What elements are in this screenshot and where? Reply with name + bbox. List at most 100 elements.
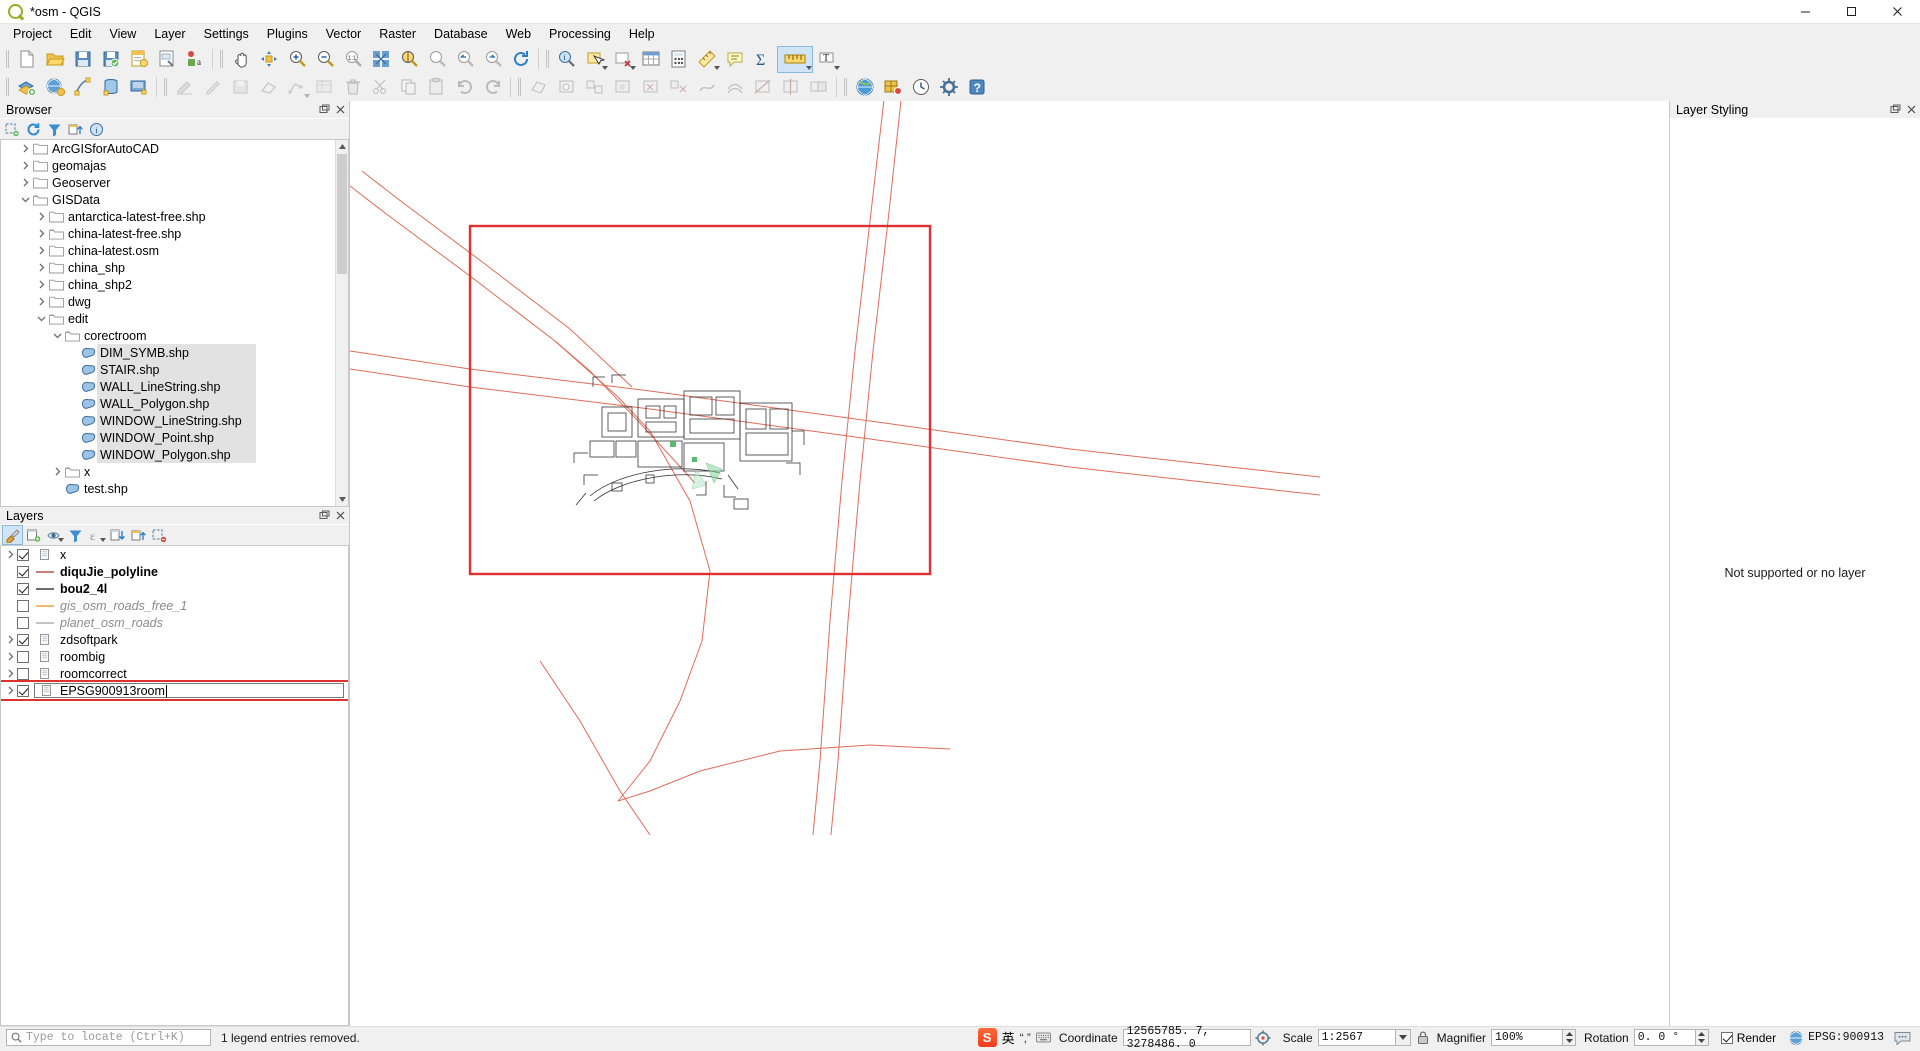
toolbar-grip[interactable] (218, 48, 225, 70)
browser-tree-folder-row[interactable]: china_shp (1, 259, 348, 276)
layer-visibility-checkbox[interactable] (17, 582, 29, 595)
rotation-stepper[interactable] (1695, 1029, 1709, 1046)
layer-visibility-checkbox[interactable] (17, 548, 29, 561)
save-project-icon[interactable] (70, 47, 96, 72)
render-checkbox[interactable] (1720, 1031, 1733, 1044)
zoom-last-icon[interactable] (452, 47, 478, 72)
chevron-right-icon[interactable] (4, 667, 17, 680)
browser-tree-folder-row[interactable]: antarctica-latest-free.shp (1, 208, 348, 225)
browser-tree-file-row[interactable]: DIM_SYMB.shp (1, 344, 348, 361)
layer-row[interactable]: gis_osm_roads_free_1 (1, 597, 348, 614)
refresh-map-icon[interactable] (508, 47, 534, 72)
browser-tree-folder-row[interactable]: ArcGISforAutoCAD (1, 140, 348, 157)
scale-combo-value[interactable]: 1:2567 (1317, 1029, 1396, 1046)
rotation-input[interactable]: 0. 0 ° (1633, 1029, 1696, 1046)
render-toggle[interactable]: Render (1720, 1031, 1776, 1045)
chevron-down-icon[interactable] (51, 329, 64, 342)
browser-tree-folder-row[interactable]: china-latest.osm (1, 242, 348, 259)
filter-legend-expression-icon[interactable]: ε (87, 526, 106, 544)
menu-project[interactable]: Project (4, 24, 61, 45)
layer-row[interactable]: EPSG900913room (1, 680, 348, 701)
properties-info-icon[interactable]: i (87, 120, 106, 138)
new-text-annotation-icon[interactable]: T (814, 47, 840, 72)
statistical-summary-icon[interactable]: Σ (750, 47, 776, 72)
measure-line-icon[interactable] (694, 47, 720, 72)
close-icon[interactable] (1874, 0, 1920, 24)
locator-input[interactable]: Type to locate (Ctrl+K) (6, 1029, 211, 1046)
browser-tree-file-row[interactable]: STAIR.shp (1, 361, 348, 378)
georeferencer-icon[interactable] (880, 75, 906, 100)
menu-vector[interactable]: Vector (317, 24, 370, 45)
browser-tree-folder-row[interactable]: edit (1, 310, 348, 327)
identify-features-icon[interactable]: i (554, 47, 580, 72)
add-spatialite-layer-icon[interactable] (126, 75, 152, 100)
add-delimited-text-layer-icon[interactable] (70, 75, 96, 100)
menu-web[interactable]: Web (497, 24, 540, 45)
add-selected-layers-icon[interactable] (3, 120, 22, 138)
filter-browser-icon[interactable] (45, 120, 64, 138)
layer-row[interactable]: bou2_4l (1, 580, 348, 597)
remove-layer-icon[interactable] (150, 526, 169, 544)
browser-tree-file-row[interactable]: WALL_LineString.shp (1, 378, 348, 395)
layers-tree[interactable]: x diquJie_polyline bou2_4l gis_osm_roads_fr… (0, 545, 349, 1026)
browser-tree-folder-row[interactable]: dwg (1, 293, 348, 310)
chevron-right-icon[interactable] (35, 295, 48, 308)
toolbar-grip[interactable] (516, 76, 523, 98)
toolbar-grip[interactable] (4, 76, 11, 98)
sogou-ime-icon[interactable] (977, 1028, 997, 1047)
float-dock-icon[interactable] (317, 509, 331, 523)
float-dock-icon[interactable] (1888, 103, 1902, 117)
menu-edit[interactable]: Edit (61, 24, 101, 45)
crs-label[interactable]: EPSG:900913 (1808, 1031, 1884, 1044)
ime-mode-label[interactable]: 英 (1002, 1028, 1015, 1047)
message-log-icon[interactable] (1892, 1028, 1912, 1048)
coordinate-capture-icon[interactable] (1253, 1028, 1273, 1048)
layer-row[interactable]: diquJie_polyline (1, 563, 348, 580)
manage-layer-visibility-icon[interactable] (45, 526, 64, 544)
layer-rename-input[interactable]: EPSG900913room (34, 683, 344, 698)
chevron-right-icon[interactable] (4, 548, 17, 561)
float-dock-icon[interactable] (317, 103, 331, 117)
open-layer-styling-panel-icon[interactable] (2, 525, 23, 545)
layer-row[interactable]: roombig (1, 648, 348, 665)
zoom-next-icon[interactable] (480, 47, 506, 72)
layer-visibility-checkbox[interactable] (17, 667, 29, 680)
zoom-in-icon[interactable] (284, 47, 310, 72)
chevron-down-icon[interactable] (19, 193, 32, 206)
processing-toolbox-icon[interactable] (936, 75, 962, 100)
maximize-icon[interactable] (1828, 0, 1874, 24)
zoom-out-icon[interactable] (312, 47, 338, 72)
filter-legend-icon[interactable] (66, 526, 85, 544)
browser-tree-folder-row[interactable]: GISData (1, 191, 348, 208)
toolbar-grip[interactable] (4, 48, 11, 70)
expand-all-icon[interactable] (108, 526, 127, 544)
new-project-icon[interactable] (14, 47, 40, 72)
refresh-icon[interactable] (24, 120, 43, 138)
collapse-all-icon[interactable] (66, 120, 85, 138)
zoom-to-selection-icon[interactable] (396, 47, 422, 72)
close-dock-icon[interactable] (333, 103, 347, 117)
close-dock-icon[interactable] (333, 509, 347, 523)
toolbar-grip[interactable] (162, 76, 169, 98)
layout-manager-icon[interactable] (154, 47, 180, 72)
menu-layer[interactable]: Layer (145, 24, 194, 45)
chevron-down-icon[interactable] (35, 312, 48, 325)
punctuation-icon[interactable]: “,” (1020, 1031, 1031, 1045)
crs-globe-icon[interactable] (1786, 1028, 1806, 1048)
temporal-controller-icon[interactable] (908, 75, 934, 100)
browser-tree-folder-row[interactable]: china-latest-free.shp (1, 225, 348, 242)
browser-tree-folder-row[interactable]: corectroom (1, 327, 348, 344)
menu-settings[interactable]: Settings (195, 24, 258, 45)
pan-to-selection-icon[interactable] (256, 47, 282, 72)
layer-visibility-checkbox[interactable] (17, 599, 29, 612)
close-dock-icon[interactable] (1904, 103, 1918, 117)
chevron-right-icon[interactable] (35, 210, 48, 223)
layer-visibility-checkbox[interactable] (17, 565, 29, 578)
style-manager-icon[interactable]: a (182, 47, 208, 72)
stepper-up-icon[interactable] (1696, 1030, 1708, 1038)
layer-visibility-checkbox[interactable] (17, 650, 29, 663)
menu-view[interactable]: View (100, 24, 145, 45)
browser-tree-folder-row[interactable]: x (1, 463, 348, 480)
pan-map-icon[interactable] (228, 47, 254, 72)
chevron-right-icon[interactable] (51, 465, 64, 478)
